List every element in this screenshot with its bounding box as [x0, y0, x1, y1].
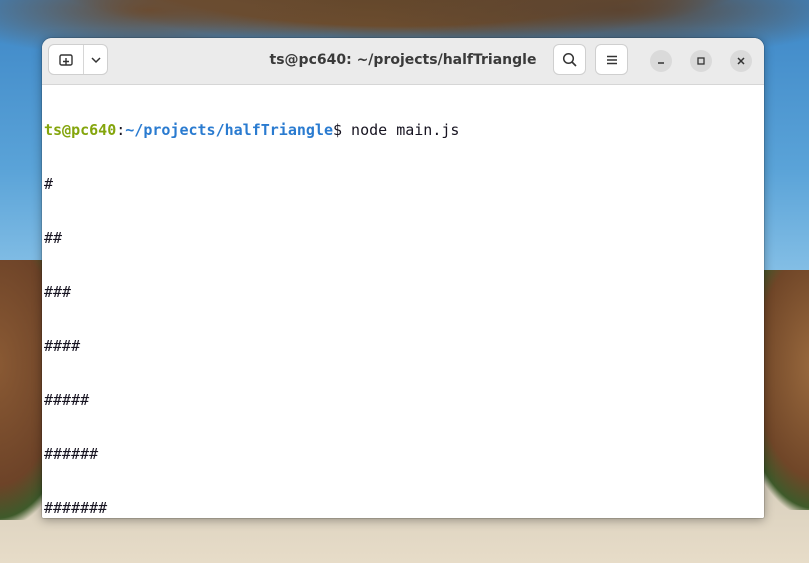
- hamburger-menu-icon: [606, 55, 617, 64]
- close-icon: [737, 57, 745, 65]
- output-line: ####: [44, 337, 81, 355]
- new-tab-button[interactable]: [49, 45, 84, 74]
- title-bar[interactable]: ts@pc640: ~/projects/halfTriangle: [42, 38, 764, 85]
- output-line: #: [44, 175, 54, 193]
- output-line: #####: [44, 391, 90, 409]
- minimize-icon: [658, 62, 664, 64]
- output-line: ###: [44, 283, 72, 301]
- output-line: ##: [44, 229, 63, 247]
- maximize-icon: [697, 57, 705, 65]
- chevron-down-icon: [90, 56, 101, 63]
- menu-button[interactable]: [595, 44, 628, 75]
- search-button[interactable]: [553, 44, 586, 75]
- minimize-button[interactable]: [650, 50, 672, 72]
- prompt-separator: :: [116, 121, 126, 139]
- tab-dropdown-button[interactable]: [84, 45, 107, 74]
- close-button[interactable]: [730, 50, 752, 72]
- prompt-path: ~/projects/halfTriangle: [125, 121, 333, 139]
- prompt-user-host: ts@pc640: [44, 121, 117, 139]
- command-line: ts@pc640:~/projects/halfTriangle$ node m…: [44, 121, 764, 139]
- output-line: #######: [44, 499, 108, 517]
- desktop-wallpaper: ts@pc640: ~/projects/halfTriangle ts@pc6…: [0, 0, 809, 563]
- prompt-symbol: $: [333, 121, 343, 139]
- output-line: ######: [44, 445, 99, 463]
- command-text: node main.js: [342, 121, 460, 139]
- maximize-button[interactable]: [690, 50, 712, 72]
- new-tab-split-button: [48, 44, 108, 75]
- search-icon: [562, 52, 577, 67]
- new-tab-icon: [59, 53, 73, 66]
- terminal-window: ts@pc640: ~/projects/halfTriangle ts@pc6…: [42, 38, 764, 518]
- terminal-output[interactable]: ts@pc640:~/projects/halfTriangle$ node m…: [42, 85, 764, 518]
